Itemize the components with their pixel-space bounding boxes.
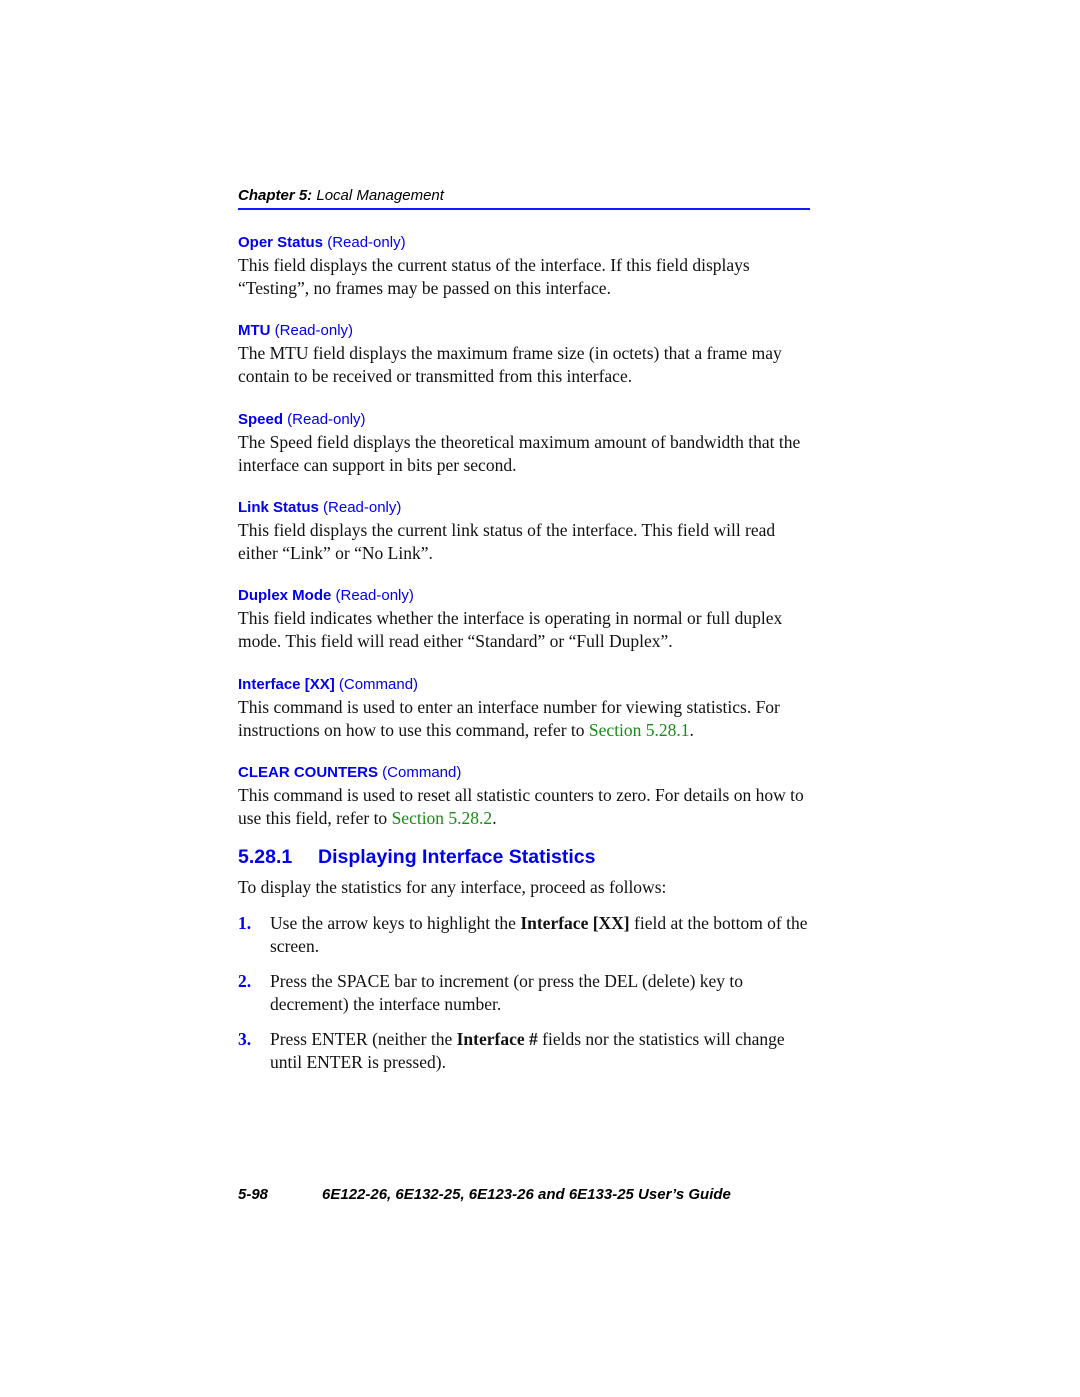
chapter-label: Chapter 5: — [238, 187, 313, 204]
term-name: Link Status — [238, 499, 319, 516]
description-end: . — [492, 808, 497, 828]
description-text: This command is used to reset all statis… — [238, 785, 804, 828]
term-qualifier: (Read-only) — [331, 587, 414, 604]
guide-title: 6E122-26, 6E132-25, 6E123-26 and 6E133-2… — [322, 1186, 731, 1203]
term-qualifier: (Command) — [378, 764, 462, 781]
section-number: 5.28.1 — [238, 846, 293, 868]
term-qualifier: (Command) — [334, 676, 419, 693]
term-name: MTU — [238, 322, 271, 339]
step-item: 1. Use the arrow keys to highlight the I… — [238, 912, 810, 958]
term-name: Duplex Mode — [238, 587, 332, 604]
section-intro: To display the statistics for any interf… — [238, 877, 667, 897]
step-text-before: Press the SPACE bar to increment (or pre… — [270, 971, 744, 1014]
description-text: This command is used to enter an interfa… — [238, 697, 780, 740]
step-text-before: Use the arrow keys to highlight the — [270, 913, 521, 933]
term-qualifier: (Read-only) — [318, 499, 402, 516]
step-number: 3. — [238, 1029, 252, 1049]
page-number: 5-98 — [238, 1186, 269, 1203]
description-end: . — [689, 720, 694, 740]
term-qualifier: (Read-only) — [323, 234, 406, 251]
chapter-title: Local Management — [312, 187, 444, 204]
step-field-name: Interface [XX] — [520, 913, 630, 933]
term-qualifier: (Read-only) — [283, 411, 366, 428]
entry-speed: Speed (Read-only) The Speed field displa… — [238, 410, 810, 477]
section-link-5-28-1[interactable]: Section 5.28.1 — [589, 720, 690, 740]
header-rule — [238, 208, 810, 210]
entry-oper-status: Oper Status (Read-only) This field displ… — [238, 233, 810, 300]
step-text: Use the arrow keys to highlight the Inte… — [270, 912, 810, 958]
step-field-name: Interface # — [456, 1029, 538, 1049]
entry-clear-counters: CLEAR COUNTERS (Command) This command is… — [238, 763, 810, 830]
entry-interface-xx: Interface [XX] (Command) This command is… — [238, 675, 810, 742]
step-item: 3. Press ENTER (neither the Interface # … — [238, 1028, 810, 1074]
step-text-before: Press ENTER (neither the — [270, 1029, 457, 1049]
step-text: Press the SPACE bar to increment (or pre… — [270, 970, 810, 1016]
term-name: Oper Status — [238, 234, 324, 251]
term-description: This command is used to enter an interfa… — [238, 696, 810, 742]
section-link-5-28-2[interactable]: Section 5.28.2 — [392, 808, 493, 828]
step-number: 2. — [238, 971, 252, 991]
step-number: 1. — [238, 913, 252, 933]
step-item: 2. Press the SPACE bar to increment (or … — [238, 970, 810, 1016]
section-heading: 5.28.1 Displaying Interface Statistics — [238, 846, 595, 869]
term-description: This field indicates whether the interfa… — [238, 608, 783, 651]
term-description: The MTU field displays the maximum frame… — [238, 343, 782, 386]
term-description: This command is used to reset all statis… — [238, 784, 810, 830]
term-description: This field displays the current status o… — [238, 255, 750, 298]
term-description: This field displays the current link sta… — [238, 520, 776, 563]
running-footer: 5-98 6E122-26, 6E132-25, 6E123-26 and 6E1… — [238, 1186, 818, 1203]
term-name: CLEAR COUNTERS — [238, 764, 379, 781]
term-name: Interface [XX] — [238, 676, 335, 693]
entry-link-status: Link Status (Read-only) This field displ… — [238, 498, 810, 565]
term-description: The Speed field displays the theoretical… — [238, 432, 801, 475]
step-text: Press ENTER (neither the Interface # fie… — [270, 1028, 810, 1074]
running-header: Chapter 5: Local Management — [238, 187, 810, 204]
entry-duplex-mode: Duplex Mode (Read-only) This field indic… — [238, 586, 810, 653]
section-title: Displaying Interface Statistics — [318, 846, 596, 868]
term-name: Speed — [238, 411, 284, 428]
term-qualifier: (Read-only) — [270, 322, 354, 339]
entry-mtu: MTU (Read-only) The MTU field displays t… — [238, 321, 810, 388]
